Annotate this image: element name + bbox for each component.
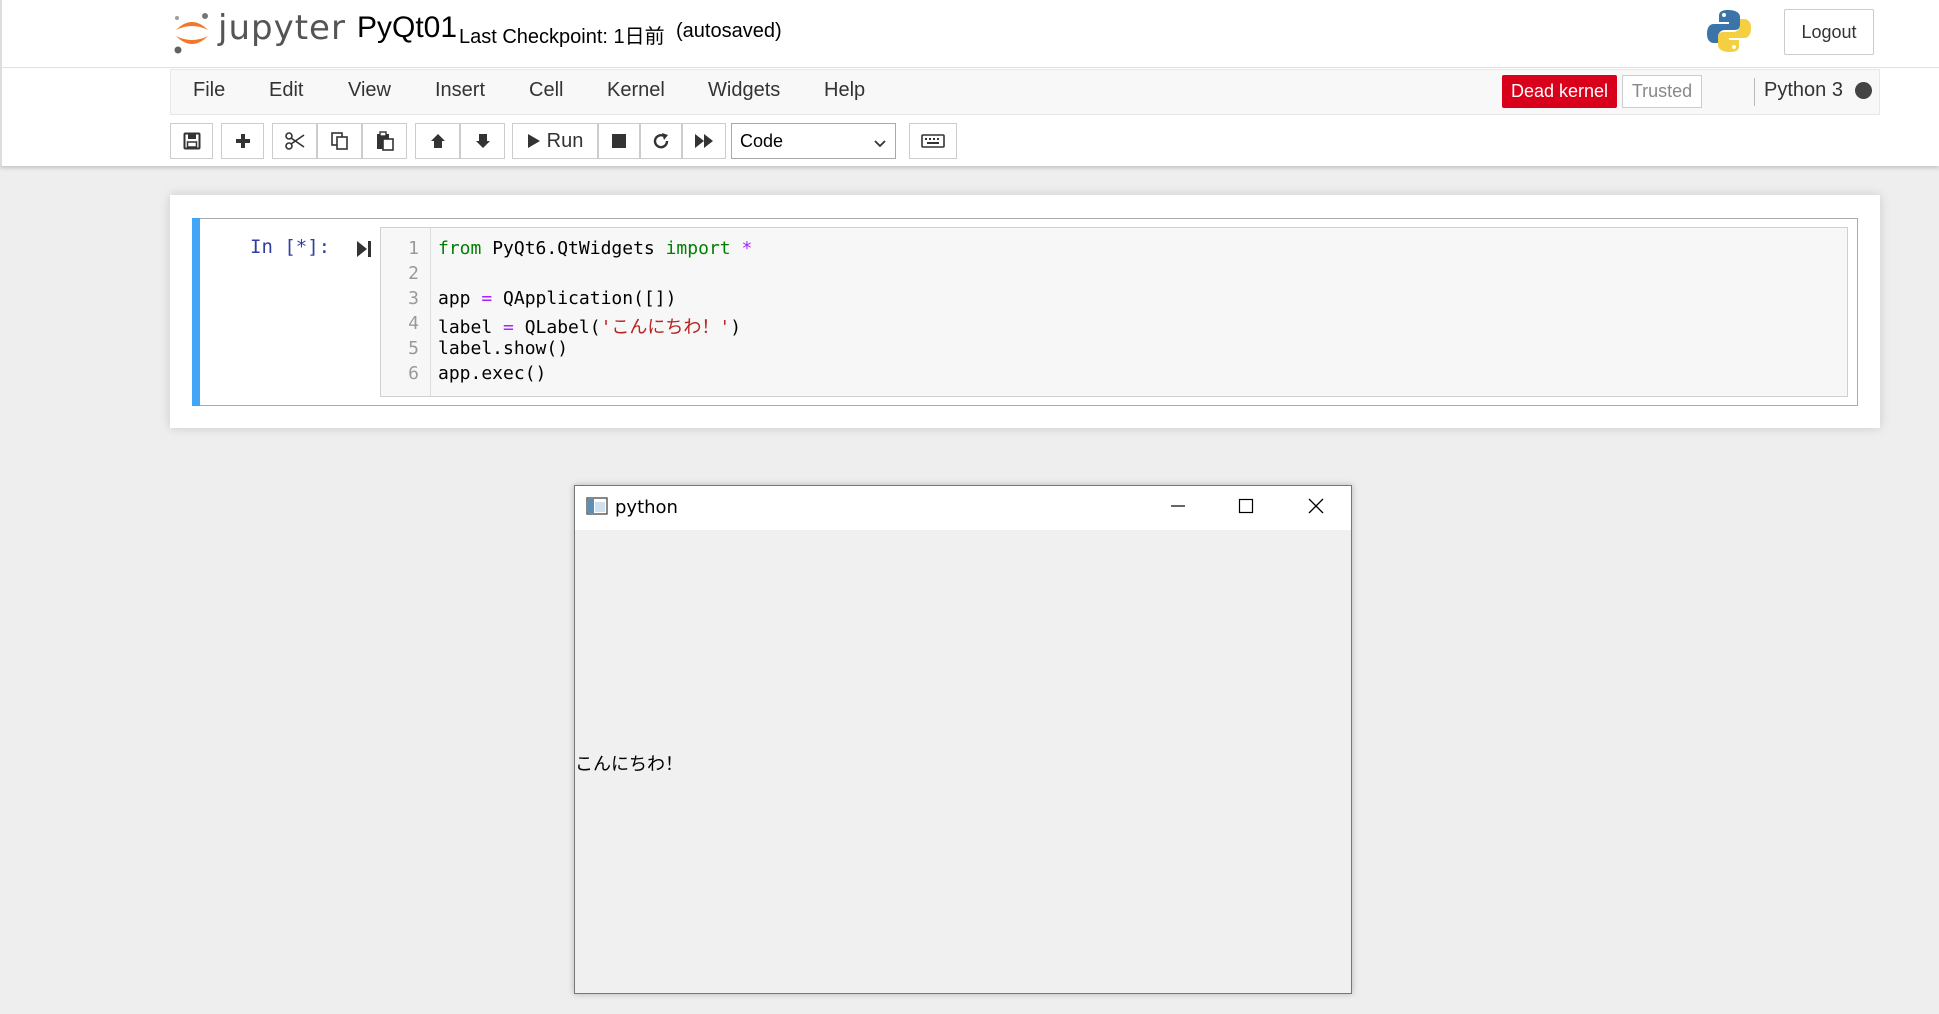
cell-selected-bar bbox=[192, 218, 200, 406]
menu-file[interactable]: File bbox=[193, 79, 225, 102]
keyboard-icon bbox=[921, 133, 945, 149]
maximize-icon bbox=[1238, 498, 1254, 519]
notebook-name[interactable]: PyQt01 bbox=[357, 11, 457, 45]
line-number: 2 bbox=[408, 263, 419, 284]
close-button[interactable] bbox=[1298, 494, 1334, 522]
save-icon bbox=[183, 132, 201, 150]
play-icon bbox=[527, 133, 541, 149]
name-token: label bbox=[438, 317, 504, 338]
run-label: Run bbox=[546, 129, 584, 152]
copy-button[interactable] bbox=[317, 123, 362, 159]
input-prompt: In [*]: bbox=[250, 236, 331, 258]
interrupt-button[interactable] bbox=[598, 123, 640, 159]
operator-token: * bbox=[730, 238, 753, 259]
line-number: 6 bbox=[408, 363, 419, 384]
name-token: app bbox=[438, 288, 482, 309]
line-number: 3 bbox=[408, 288, 419, 309]
qt-python-window[interactable] bbox=[574, 485, 1352, 994]
move-down-button[interactable] bbox=[460, 123, 505, 159]
line-number: 1 bbox=[408, 238, 419, 259]
chevron-down-icon bbox=[873, 134, 887, 155]
insert-cell-button[interactable] bbox=[221, 123, 264, 159]
paren-token: ) bbox=[730, 317, 742, 338]
menu-kernel[interactable]: Kernel bbox=[607, 79, 665, 102]
paste-icon bbox=[375, 131, 395, 151]
line-number: 4 bbox=[408, 313, 419, 334]
code-line-6: app.exec() bbox=[438, 363, 547, 384]
operator-token: = bbox=[503, 317, 514, 338]
close-icon bbox=[1307, 497, 1325, 520]
menu-help[interactable]: Help bbox=[824, 79, 865, 102]
jupyter-wordmark[interactable]: jupyter bbox=[218, 8, 346, 48]
trusted-indicator[interactable]: Trusted bbox=[1622, 75, 1702, 108]
string-token: 'こんにちわ！' bbox=[600, 317, 731, 338]
logout-button[interactable]: Logout bbox=[1784, 9, 1874, 55]
code-line-3: app = QApplication([]) bbox=[438, 288, 676, 309]
minimize-button[interactable] bbox=[1160, 494, 1196, 522]
qlabel-text: こんにちわ！ bbox=[575, 754, 683, 775]
minimize-icon bbox=[1170, 498, 1186, 519]
paste-button[interactable] bbox=[362, 123, 407, 159]
scissors-icon bbox=[284, 132, 305, 150]
kernel-busy-indicator-icon bbox=[1855, 82, 1872, 99]
code-line-1: from PyQt6.QtWidgets import * bbox=[438, 238, 752, 259]
qt-window-title: python bbox=[615, 497, 678, 518]
copy-icon bbox=[330, 131, 350, 151]
call-token: QLabel( bbox=[513, 317, 601, 338]
maximize-button[interactable] bbox=[1228, 494, 1264, 522]
cut-button[interactable] bbox=[272, 123, 317, 159]
menu-view[interactable]: View bbox=[348, 79, 391, 102]
arrow-down-icon bbox=[474, 132, 492, 150]
operator-token: = bbox=[481, 288, 493, 309]
move-up-button[interactable] bbox=[415, 123, 460, 159]
menu-cell[interactable]: Cell bbox=[529, 79, 563, 102]
kernel-name[interactable]: Python 3 bbox=[1764, 79, 1843, 102]
line-number: 5 bbox=[408, 338, 419, 359]
call-token: QApplication([]) bbox=[492, 288, 677, 309]
run-cell-icon[interactable] bbox=[356, 240, 372, 263]
menu-edit[interactable]: Edit bbox=[269, 79, 303, 102]
code-line-4: label = QLabel('こんにちわ！') bbox=[438, 313, 741, 339]
keyword-token: import bbox=[665, 238, 731, 259]
arrow-up-icon bbox=[429, 132, 447, 150]
stop-icon bbox=[611, 133, 627, 149]
code-line-5: label.show() bbox=[438, 338, 569, 359]
menu-widgets[interactable]: Widgets bbox=[708, 79, 780, 102]
plus-icon bbox=[234, 132, 252, 150]
restart-button[interactable] bbox=[640, 123, 682, 159]
cell-type-value: Code bbox=[740, 130, 784, 151]
cell-type-select[interactable]: Code bbox=[731, 123, 896, 159]
dead-kernel-badge[interactable]: Dead kernel bbox=[1502, 75, 1617, 108]
menu-insert[interactable]: Insert bbox=[435, 79, 485, 102]
save-button[interactable] bbox=[170, 123, 213, 159]
qt-app-icon bbox=[586, 497, 608, 520]
module-token: PyQt6.QtWidgets bbox=[481, 238, 666, 259]
restart-run-all-button[interactable] bbox=[682, 123, 726, 159]
autosave-status: (autosaved) bbox=[676, 20, 782, 42]
python-logo-icon bbox=[1705, 7, 1753, 55]
last-checkpoint: Last Checkpoint: 1日前 bbox=[459, 26, 665, 48]
fast-forward-icon bbox=[694, 133, 714, 149]
command-palette-button[interactable] bbox=[909, 123, 957, 159]
kernel-separator bbox=[1754, 78, 1755, 106]
restart-icon bbox=[652, 132, 670, 150]
keyword-token: from bbox=[438, 238, 482, 259]
run-button[interactable]: Run bbox=[512, 123, 598, 159]
